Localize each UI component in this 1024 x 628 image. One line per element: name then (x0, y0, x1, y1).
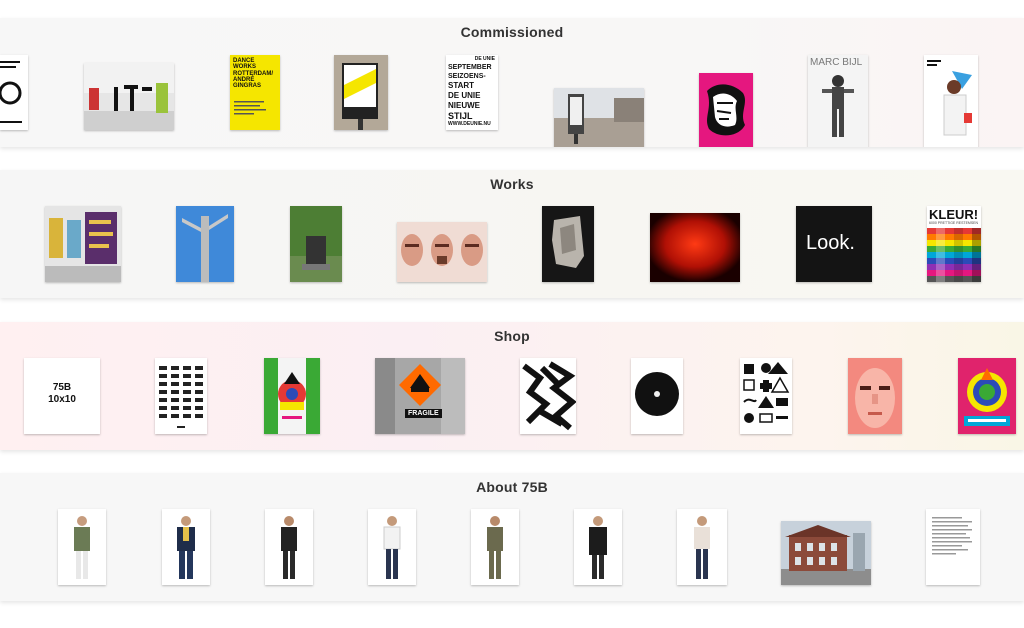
look-text: Look. (806, 232, 855, 254)
thumb-bear-poster[interactable] (0, 55, 28, 130)
book-75b-line2: 10x10 (48, 394, 76, 405)
thumb-park-monument[interactable] (290, 206, 342, 282)
section-title-about[interactable]: About 75B (0, 479, 1024, 495)
deunie-line-6: STIJL (448, 111, 473, 121)
thumb-colorful-poster[interactable] (958, 358, 1016, 434)
thumb-fragile-sticker[interactable]: FRAGILE (375, 358, 465, 434)
thumb-magenta-graffiti[interactable] (699, 73, 753, 147)
thumb-faces-print[interactable] (397, 222, 487, 282)
section-shop: Shop 75B 10x10 FRAGILE (0, 322, 1024, 450)
thumb-wall-paintings[interactable] (45, 206, 121, 282)
thumb-emblem-print[interactable] (264, 358, 320, 434)
thumb-graffiti-print[interactable] (520, 358, 576, 434)
thumb-pictogram-poster[interactable] (740, 358, 792, 434)
thumb-text-document[interactable] (926, 509, 980, 585)
thumb-team-member-5[interactable] (471, 509, 519, 585)
thumb-team-member-3[interactable] (265, 509, 313, 585)
thumb-sky-sculpture[interactable] (176, 206, 234, 282)
thumb-deunie-poster[interactable]: DE UNIE SEPTEMBER SEIZOENS- START DE UNI… (446, 55, 498, 130)
thumb-kleur-book[interactable]: KLEUR! 6000 PRETTIGE RESTEMSEN (927, 206, 981, 282)
thumb-team-member-4[interactable] (368, 509, 416, 585)
deunie-line-2: SEIZOENS- (448, 73, 486, 80)
deunie-line-5: NIEUWE (448, 101, 480, 110)
deunie-top-text: DE UNIE (474, 56, 495, 62)
section-title-works[interactable]: Works (0, 176, 1024, 192)
section-commissioned: Commissioned DANCE WORKS ROTTERDAM/ ANDR… (0, 18, 1024, 147)
thumb-face-portrait[interactable] (848, 358, 902, 434)
thumb-figure-poster[interactable] (924, 55, 978, 147)
deunie-url: WWW.DEUNIE.NU (448, 121, 491, 127)
thumb-red-light[interactable] (650, 213, 740, 282)
thumb-gallery-installation[interactable] (84, 63, 174, 130)
deunie-line-3: START (448, 81, 475, 90)
thumb-street-billboard[interactable] (334, 55, 388, 130)
deunie-line-4: DE UNIE (448, 91, 481, 100)
thumb-street-column[interactable] (554, 88, 644, 147)
thumb-75b-10x10-book[interactable]: 75B 10x10 (24, 358, 100, 434)
fragile-text: FRAGILE (405, 409, 442, 418)
thumb-office-building[interactable] (781, 521, 871, 585)
section-works: Works Look. KLEUR! 6000 PRETTIGE RESTEMS… (0, 170, 1024, 298)
deunie-line-1: SEPTEMBER (448, 64, 492, 71)
section-title-commissioned[interactable]: Commissioned (0, 24, 1024, 40)
thumb-look-print[interactable]: Look. (796, 206, 872, 282)
thumb-team-member-6[interactable] (574, 509, 622, 585)
thumb-logo-poster[interactable] (155, 358, 207, 434)
thumb-team-member-2[interactable] (162, 509, 210, 585)
thumb-dance-works-poster[interactable]: DANCE WORKS ROTTERDAM/ ANDRÉ GINGRAS (230, 55, 280, 130)
thumb-team-member-7[interactable] (677, 509, 727, 585)
thumb-team-member-1[interactable] (58, 509, 106, 585)
thumb-crumpled-sculpture[interactable] (542, 206, 594, 282)
thumb-marc-bijl-poster[interactable]: MARC BIJL (808, 55, 868, 147)
book-75b-line1: 75B (52, 382, 72, 393)
section-title-shop[interactable]: Shop (0, 328, 1024, 344)
thumb-vinyl-record[interactable] (631, 358, 683, 434)
section-about: About 75B (0, 473, 1024, 601)
